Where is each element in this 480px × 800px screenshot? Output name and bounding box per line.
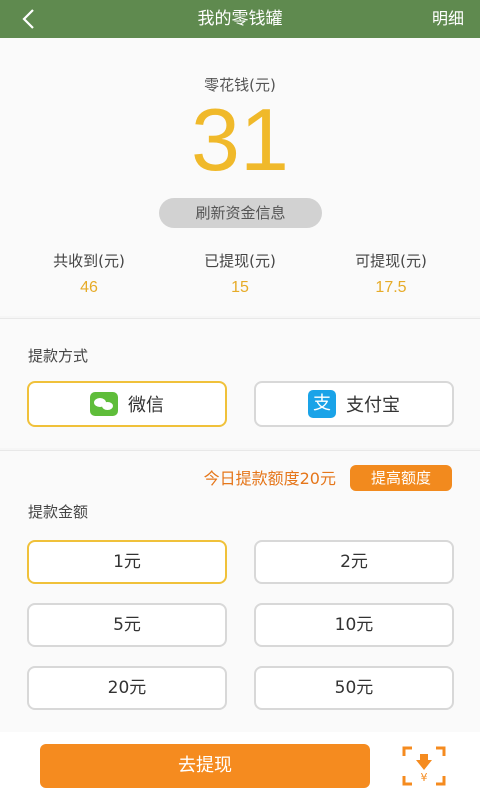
stat-label: 共收到(元) <box>53 252 125 270</box>
yuan-glyph: ¥ <box>421 771 428 784</box>
wechat-option-button[interactable]: 微信 <box>27 381 227 427</box>
withdraw-method-title: 提款方式 <box>28 347 89 365</box>
page-title: 我的零钱罐 <box>197 9 283 29</box>
alipay-icon: 支 <box>308 390 336 418</box>
withdraw-method-section: 提款方式 微信 支 支付宝 <box>0 318 480 448</box>
bottom-action-bar: 去提现 ¥ <box>0 732 480 800</box>
alipay-option-label: 支付宝 <box>346 395 400 416</box>
app-header: 我的零钱罐 明细 <box>0 0 480 38</box>
alipay-option-button[interactable]: 支 支付宝 <box>254 381 454 427</box>
wechat-option-label: 微信 <box>128 395 164 416</box>
stat-label: 可提现(元) <box>355 252 427 270</box>
stat-value: 46 <box>80 279 98 296</box>
withdraw-button[interactable]: 去提现 <box>40 744 370 788</box>
amount-option-5[interactable]: 5元 <box>27 603 227 647</box>
withdraw-amount-title: 提款金额 <box>28 503 89 521</box>
stat-total-received: 共收到(元) 46 <box>19 250 159 297</box>
withdraw-amount-section: 今日提款额度20元 提高额度 提款金额 1元 2元 5元 10元 20元 50元 <box>0 450 480 732</box>
daily-limit-text: 今日提款额度20元 <box>203 469 336 488</box>
stat-value: 15 <box>231 279 249 296</box>
detail-link[interactable]: 明细 <box>432 0 464 38</box>
amount-option-2[interactable]: 2元 <box>254 540 454 584</box>
amount-option-10[interactable]: 10元 <box>254 603 454 647</box>
stat-withdrawn: 已提现(元) 15 <box>170 250 310 297</box>
raise-limit-button[interactable]: 提高额度 <box>350 465 452 491</box>
yuan-scan-icon[interactable]: ¥ <box>402 746 446 786</box>
wechat-icon <box>90 392 118 416</box>
pocket-money-value: 31 <box>191 90 289 189</box>
stat-value: 17.5 <box>375 279 407 296</box>
amount-option-50[interactable]: 50元 <box>254 666 454 710</box>
amount-option-20[interactable]: 20元 <box>27 666 227 710</box>
refresh-funds-button[interactable]: 刷新资金信息 <box>159 198 322 228</box>
amount-option-1[interactable]: 1元 <box>27 540 227 584</box>
balance-summary: 零花钱(元) 31 刷新资金信息 共收到(元) 46 已提现(元) 15 可提现… <box>0 38 480 316</box>
stat-withdrawable: 可提现(元) 17.5 <box>321 250 461 297</box>
stat-label: 已提现(元) <box>204 252 276 270</box>
